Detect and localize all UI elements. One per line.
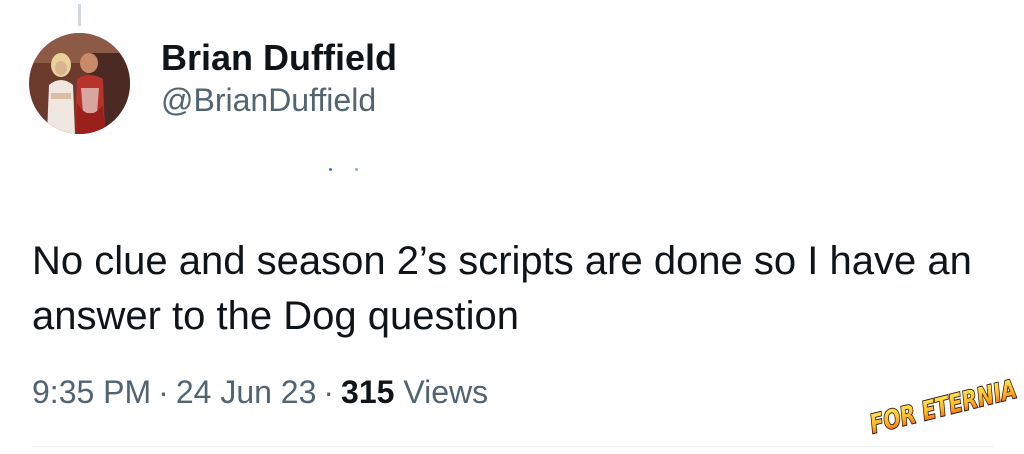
watermark-text: FOR ETERNIA bbox=[867, 375, 1020, 438]
author-block: Brian Duffield @BrianDuffield bbox=[161, 36, 397, 120]
views-count[interactable]: 315 bbox=[341, 374, 394, 410]
author-display-name[interactable]: Brian Duffield bbox=[161, 36, 397, 80]
tweet-text: No clue and season 2’s scripts are done … bbox=[32, 239, 972, 338]
author-handle[interactable]: @BrianDuffield bbox=[161, 80, 397, 120]
avatar-photo bbox=[29, 33, 130, 134]
tweet-time[interactable]: 9:35 PM bbox=[32, 374, 151, 410]
tweet-meta: 9:35 PM · 24 Jun 23 · 315 Views bbox=[32, 370, 488, 414]
meta-separator: · bbox=[158, 374, 169, 410]
views-label[interactable]: Views bbox=[403, 374, 488, 410]
watermark-logo-graphic: FOR ETERNIA bbox=[866, 374, 1021, 438]
image-artifact-dots bbox=[329, 166, 359, 172]
meta-separator: · bbox=[323, 374, 335, 410]
tweet-date[interactable]: 24 Jun 23 bbox=[176, 374, 317, 410]
thread-connector-line bbox=[78, 4, 81, 26]
avatar[interactable] bbox=[29, 33, 130, 134]
divider bbox=[32, 446, 994, 447]
watermark-logo: FOR ETERNIA bbox=[858, 358, 1022, 438]
tweet-detail: Brian Duffield @BrianDuffield No clue an… bbox=[0, 0, 1024, 454]
